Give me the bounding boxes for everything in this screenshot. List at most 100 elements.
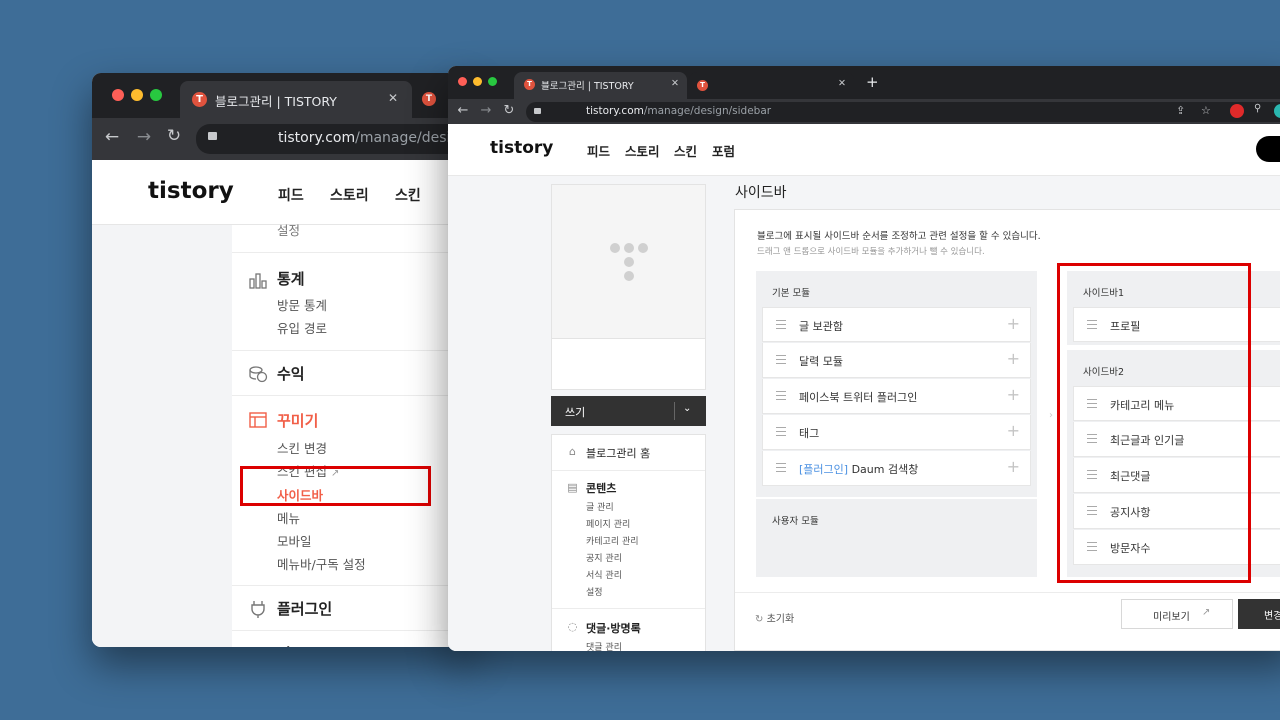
sidebar-item-mobile[interactable]: 모바일 <box>277 531 312 550</box>
write-button[interactable]: 쓰기 ⌄ <box>551 396 706 426</box>
menu-template-manage[interactable]: 서식 관리 <box>586 568 622 581</box>
menu-contents[interactable]: 콘텐츠 <box>586 480 616 496</box>
nav-forum[interactable]: 포럼 <box>712 141 735 160</box>
admin-menu: ⌂ 블로그관리 홈 ▤ 콘텐츠 글 관리 페이지 관리 카테고리 관리 공지 관… <box>551 434 706 651</box>
layout-icon <box>249 412 267 428</box>
url-field[interactable]: tistory.com/manage/design <box>196 124 472 154</box>
tistory-logo[interactable]: tistory <box>148 178 234 204</box>
chart-icon <box>249 273 267 289</box>
front-address-bar: ← → ↻ tistory.com/manage/design/sidebar … <box>448 99 1280 124</box>
nav-feed[interactable]: 피드 <box>587 141 610 160</box>
section-revenue: 수익 <box>232 350 472 395</box>
tistory-favicon-icon: T <box>697 80 708 91</box>
nav-story[interactable]: 스토리 <box>625 141 660 160</box>
bookmark-star-icon[interactable]: ☆ <box>1201 104 1211 117</box>
close-window-button[interactable] <box>112 89 124 101</box>
sidebar-item-visit-stats[interactable]: 방문 통계 <box>277 295 327 314</box>
section-title-link[interactable]: 링크 <box>277 643 305 647</box>
section-title-revenue[interactable]: 수익 <box>277 363 305 384</box>
back-arrow-icon[interactable]: ← <box>102 127 122 147</box>
sidebar-item-menu[interactable]: 메뉴 <box>277 508 300 527</box>
section-title-decorate[interactable]: 꾸미기 <box>277 410 318 431</box>
menu-settings[interactable]: 설정 <box>586 585 603 598</box>
tab-close-icon[interactable]: ✕ <box>671 78 679 89</box>
sidebar-item-referrer[interactable]: 유입 경로 <box>277 318 327 337</box>
tab-close-icon[interactable]: ✕ <box>838 78 846 89</box>
url-field[interactable]: tistory.com/manage/design/sidebar ⇪ ☆ <box>526 102 1280 122</box>
drag-handle-icon[interactable] <box>776 463 786 472</box>
minimize-window-button[interactable] <box>131 89 143 101</box>
module-facebook-twitter[interactable]: 페이스북 트위터 플러그인 + <box>762 379 1031 414</box>
back-address-bar: ← → ↻ tistory.com/manage/design <box>92 118 472 160</box>
external-link-icon: ↗ <box>1202 607 1211 618</box>
chevron-down-icon[interactable]: ⌄ <box>683 403 691 414</box>
front-titlebar: T 블로그관리 | TISTORY ✕ T ✕ + <box>448 66 1280 99</box>
back-page: tistory 피드 스토리 스킨 설정 통계 방문 통계 유입 경로 수익 꾸… <box>92 160 472 647</box>
sidebar-item-settings[interactable]: 설정 <box>277 220 300 239</box>
reset-button[interactable]: ↻ 초기화 <box>755 610 794 625</box>
menu-home[interactable]: 블로그관리 홈 <box>586 445 650 461</box>
module-daum-search[interactable]: [플러그인] Daum 검색창 + <box>762 451 1031 486</box>
highlight-box-sidebar-menu <box>240 466 431 506</box>
url-domain: tistory.com <box>586 105 644 117</box>
section-title-plugin[interactable]: 플러그인 <box>277 598 332 619</box>
menu-comments[interactable]: 댓글·방명록 <box>586 620 641 636</box>
add-module-icon[interactable]: + <box>1007 315 1020 333</box>
admin-sidebar: 설정 통계 방문 통계 유입 경로 수익 꾸미기 스킨 변경 스킨 편집 ↗ 사… <box>232 223 472 647</box>
sidebar-item-menubar-settings[interactable]: 메뉴바/구독 설정 <box>277 554 366 573</box>
url-path: /manage/design/sidebar <box>643 105 772 117</box>
coins-icon <box>249 366 268 383</box>
home-icon: ⌂ <box>569 445 576 458</box>
new-tab-button[interactable]: + <box>866 73 879 91</box>
drag-handle-icon[interactable] <box>776 391 786 400</box>
tab-second[interactable]: T ✕ <box>689 72 854 99</box>
add-module-icon[interactable]: + <box>1007 386 1020 404</box>
menu-comment-manage[interactable]: 댓글 관리 <box>586 640 622 651</box>
tistory-favicon-icon: T <box>192 92 207 107</box>
nav-story[interactable]: 스토리 <box>330 185 369 205</box>
reload-icon[interactable]: ↻ <box>501 103 517 118</box>
add-module-icon[interactable]: + <box>1007 350 1020 368</box>
module-calendar[interactable]: 달력 모듈 + <box>762 343 1031 378</box>
header-action-button[interactable] <box>1256 136 1280 162</box>
tab-blog-admin[interactable]: T 블로그관리 | TISTORY ✕ <box>180 81 412 118</box>
drag-handle-icon[interactable] <box>776 427 786 436</box>
tab-close-icon[interactable]: ✕ <box>388 91 398 105</box>
save-button[interactable]: 변경 <box>1238 599 1280 629</box>
preview-button[interactable]: 미리보기 ↗ <box>1121 599 1233 629</box>
tab-blog-admin[interactable]: T 블로그관리 | TISTORY ✕ <box>514 72 687 99</box>
plug-icon <box>251 601 265 618</box>
add-module-icon[interactable]: + <box>1007 422 1020 440</box>
share-icon[interactable]: ⇪ <box>1176 104 1185 117</box>
maximize-window-button[interactable] <box>488 77 497 86</box>
extension-puzzle-icon[interactable]: ⚲ <box>1254 103 1261 114</box>
basic-modules-label: 기본 모듈 <box>772 288 810 299</box>
nav-skin[interactable]: 스킨 <box>674 141 697 160</box>
sidebar-item-skin-change[interactable]: 스킨 변경 <box>277 438 327 457</box>
menu-post-manage[interactable]: 글 관리 <box>586 500 614 513</box>
tistory-favicon-icon[interactable]: T <box>422 92 436 106</box>
section-title-stats[interactable]: 통계 <box>277 268 305 289</box>
menu-category-manage[interactable]: 카테고리 관리 <box>586 534 639 547</box>
menu-page-manage[interactable]: 페이지 관리 <box>586 517 630 530</box>
add-module-icon[interactable]: + <box>1007 458 1020 476</box>
close-window-button[interactable] <box>458 77 467 86</box>
menu-notice-manage[interactable]: 공지 관리 <box>586 551 622 564</box>
module-archive[interactable]: 글 보관함 + <box>762 307 1031 342</box>
lock-icon <box>208 132 217 140</box>
nav-feed[interactable]: 피드 <box>278 185 304 205</box>
forward-arrow-icon[interactable]: → <box>478 103 494 118</box>
tistory-logo[interactable]: tistory <box>490 138 553 158</box>
back-arrow-icon[interactable]: ← <box>455 103 471 118</box>
drag-handle-icon[interactable] <box>776 355 786 364</box>
reload-icon[interactable]: ↻ <box>164 126 184 146</box>
forward-arrow-icon[interactable]: → <box>134 127 154 147</box>
extension-icon[interactable] <box>1230 104 1244 118</box>
drag-handle-icon[interactable] <box>776 320 786 329</box>
comment-icon: ◌ <box>567 620 578 633</box>
maximize-window-button[interactable] <box>150 89 162 101</box>
page-title: 사이드바 <box>735 185 787 201</box>
nav-skin[interactable]: 스킨 <box>395 185 421 205</box>
minimize-window-button[interactable] <box>473 77 482 86</box>
module-tag[interactable]: 태그 + <box>762 415 1031 450</box>
